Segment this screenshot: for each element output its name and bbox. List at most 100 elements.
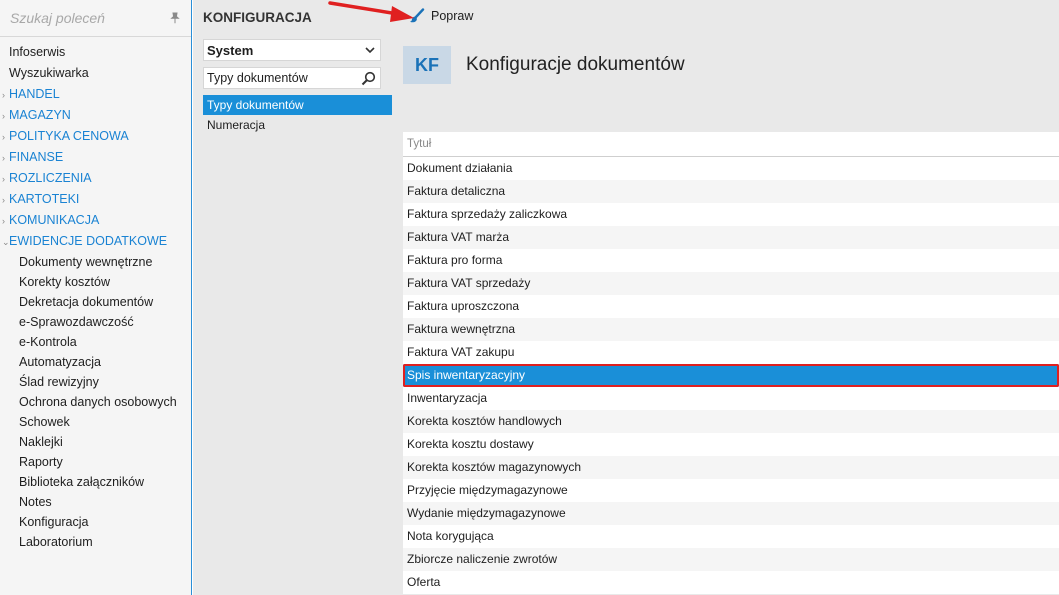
nav-subitem-label: Dekretacja dokumentów bbox=[19, 295, 154, 309]
nav-section-label: HANDEL bbox=[9, 87, 60, 101]
nav-section-label: MAGAZYN bbox=[9, 108, 71, 122]
table-row[interactable]: Faktura wewnętrzna bbox=[403, 318, 1059, 341]
table-row[interactable]: Faktura VAT marża bbox=[403, 226, 1059, 249]
nav-subitem-label: Naklejki bbox=[19, 435, 63, 449]
nav-subitem[interactable]: Dokumenty wewnętrzne bbox=[0, 252, 191, 272]
nav-item-label: Wyszukiwarka bbox=[9, 66, 89, 80]
navigation-list: Infoserwis Wyszukiwarka › HANDEL › MAGAZYN › PO… bbox=[0, 37, 191, 552]
nav-subitem-label: Dokumenty wewnętrzne bbox=[19, 255, 153, 269]
nav-subitem[interactable]: Raporty bbox=[0, 452, 191, 472]
nav-subitem[interactable]: Ochrona danych osobowych bbox=[0, 392, 191, 412]
nav-section[interactable]: › KOMUNIKACJA bbox=[0, 210, 191, 231]
documents-table: Tytuł Dokument działania Faktura detalicz… bbox=[403, 132, 1059, 594]
nav-subitem-label: Korekty kosztów bbox=[19, 275, 111, 289]
configuration-panel: KONFIGURACJA System Typy dokumentów Typy… bbox=[193, 0, 393, 595]
config-search-input[interactable]: Typy dokumentów bbox=[203, 67, 381, 89]
table-row[interactable]: Nota korygująca bbox=[403, 525, 1059, 548]
nav-subitem-label: Notes bbox=[19, 495, 52, 509]
nav-item-label: Infoserwis bbox=[9, 45, 66, 59]
config-tree: Typy dokumentów Numeracja bbox=[203, 95, 392, 135]
chevron-right-icon: › bbox=[2, 132, 5, 142]
table-row[interactable]: Wydanie międzymagazynowe bbox=[403, 502, 1059, 525]
nav-section[interactable]: › FINANSE bbox=[0, 147, 191, 168]
nav-section-open[interactable]: ⌄EWIDENCJE DODATKOWE bbox=[0, 231, 191, 252]
nav-subitem[interactable]: Korekty kosztów bbox=[0, 272, 191, 292]
nav-subitem-label: Ochrona danych osobowych bbox=[19, 395, 177, 409]
nav-subitem[interactable]: Konfiguracja bbox=[0, 512, 191, 532]
nav-section-label: KOMUNIKACJA bbox=[9, 213, 100, 227]
nav-section[interactable]: › HANDEL bbox=[0, 84, 191, 105]
nav-subitem[interactable]: Notes bbox=[0, 492, 191, 512]
table-row[interactable]: Korekta kosztów magazynowych bbox=[403, 456, 1059, 479]
toolbar: Popraw bbox=[393, 0, 1059, 36]
table-row[interactable]: Korekta kosztów handlowych bbox=[403, 410, 1059, 433]
chevron-right-icon: › bbox=[2, 216, 5, 226]
config-search-value: Typy dokumentów bbox=[207, 71, 308, 85]
scope-dropdown-value: System bbox=[207, 42, 254, 58]
nav-item[interactable]: Wyszukiwarka bbox=[0, 63, 191, 84]
navigation-panel: Szukaj poleceń Infoserwis Wyszukiwarka › HA… bbox=[0, 0, 192, 595]
table-row[interactable]: Zbiorcze naliczenie zwrotów bbox=[403, 548, 1059, 571]
configuration-title: KONFIGURACJA bbox=[203, 10, 312, 25]
content-area: KF Konfiguracje dokumentów Tytuł Dokumen… bbox=[393, 36, 1059, 595]
config-tree-item[interactable]: Typy dokumentów bbox=[203, 95, 392, 115]
command-search-placeholder: Szukaj poleceń bbox=[10, 10, 105, 26]
nav-subitem[interactable]: Naklejki bbox=[0, 432, 191, 452]
table-row[interactable]: Przyjęcie międzymagazynowe bbox=[403, 479, 1059, 502]
table-row[interactable]: Oferta bbox=[403, 571, 1059, 594]
nav-section[interactable]: › POLITYKA CENOWA bbox=[0, 126, 191, 147]
nav-section[interactable]: › ROZLICZENIA bbox=[0, 168, 191, 189]
nav-section-label: KARTOTEKI bbox=[9, 192, 80, 206]
nav-subitem-label: Automatyzacja bbox=[19, 355, 101, 369]
nav-subitem[interactable]: Dekretacja dokumentów bbox=[0, 292, 191, 312]
table-body: Dokument działania Faktura detaliczna Fakt… bbox=[403, 157, 1059, 594]
pin-icon[interactable] bbox=[169, 12, 181, 24]
nav-subitem-label: Ślad rewizyjny bbox=[19, 375, 99, 389]
nav-subitem-label: Raporty bbox=[19, 455, 63, 469]
column-header-title[interactable]: Tytuł bbox=[403, 132, 1059, 157]
module-badge: KF bbox=[403, 46, 451, 84]
nav-subitem[interactable]: Ślad rewizyjny bbox=[0, 372, 191, 392]
table-row[interactable]: Faktura detaliczna bbox=[403, 180, 1059, 203]
chevron-right-icon: › bbox=[2, 90, 5, 100]
nav-section[interactable]: › MAGAZYN bbox=[0, 105, 191, 126]
nav-subitem-label: e-Sprawozdawczość bbox=[19, 315, 134, 329]
nav-subitem[interactable]: Biblioteka załączników bbox=[0, 472, 191, 492]
table-row[interactable]: Korekta kosztu dostawy bbox=[403, 433, 1059, 456]
command-search-input[interactable]: Szukaj poleceń bbox=[0, 0, 191, 37]
table-row[interactable]: Faktura uproszczona bbox=[403, 295, 1059, 318]
nav-subitem[interactable]: Laboratorium bbox=[0, 532, 191, 552]
search-icon[interactable] bbox=[361, 71, 376, 86]
config-tree-item[interactable]: Numeracja bbox=[203, 115, 392, 135]
page-title: Konfiguracje dokumentów bbox=[466, 54, 685, 75]
chevron-right-icon: › bbox=[2, 153, 5, 163]
scope-dropdown[interactable]: System bbox=[203, 39, 381, 61]
table-row[interactable]: Faktura VAT zakupu bbox=[403, 341, 1059, 364]
edit-button[interactable]: Popraw bbox=[409, 8, 473, 24]
nav-subitem[interactable]: Automatyzacja bbox=[0, 352, 191, 372]
annotation-arrow bbox=[328, 1, 414, 22]
table-row[interactable]: Dokument działania bbox=[403, 157, 1059, 180]
nav-subitem[interactable]: Schowek bbox=[0, 412, 191, 432]
edit-button-label: Popraw bbox=[431, 9, 474, 23]
chevron-right-icon: › bbox=[2, 174, 5, 184]
nav-section-label: FINANSE bbox=[9, 150, 64, 164]
nav-subitem[interactable]: e-Kontrola bbox=[0, 332, 191, 352]
table-row[interactable]: Faktura pro forma bbox=[403, 249, 1059, 272]
table-row[interactable]: Faktura VAT sprzedaży bbox=[403, 272, 1059, 295]
table-row-selected[interactable]: Spis inwentaryzacyjny bbox=[403, 364, 1059, 387]
nav-subitem-label: Schowek bbox=[19, 415, 70, 429]
table-row[interactable]: Inwentaryzacja bbox=[403, 387, 1059, 410]
chevron-down-icon: ⌄ bbox=[2, 237, 10, 247]
chevron-right-icon: › bbox=[2, 111, 5, 121]
nav-subitem-label: Laboratorium bbox=[19, 535, 93, 549]
table-row[interactable]: Faktura sprzedaży zaliczkowa bbox=[403, 203, 1059, 226]
chevron-down-icon bbox=[365, 47, 375, 54]
nav-section[interactable]: › KARTOTEKI bbox=[0, 189, 191, 210]
nav-item[interactable]: Infoserwis bbox=[0, 42, 191, 63]
nav-subitem[interactable]: e-Sprawozdawczość bbox=[0, 312, 191, 332]
nav-subitem-label: Biblioteka załączników bbox=[19, 475, 145, 489]
chevron-right-icon: › bbox=[2, 195, 5, 205]
nav-subitem-label: e-Kontrola bbox=[19, 335, 77, 349]
nav-subitem-label: Konfiguracja bbox=[19, 515, 89, 529]
